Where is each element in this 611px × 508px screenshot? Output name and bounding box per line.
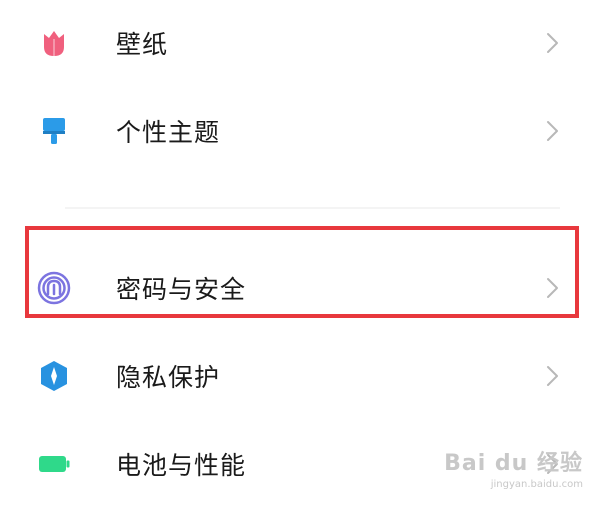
settings-item-label: 壁纸: [116, 30, 169, 59]
theme-brush-icon: [36, 113, 72, 149]
chevron-right-icon: [545, 364, 561, 388]
settings-item-label: 电池与性能: [116, 451, 247, 480]
chevron-right-icon: [545, 119, 561, 143]
watermark-logo-text: Bai du 经验: [444, 451, 583, 476]
privacy-shield-icon: [36, 358, 72, 394]
settings-item-privacy[interactable]: 隐私保护: [0, 333, 611, 419]
settings-item-label: 隐私保护: [116, 363, 221, 392]
chevron-right-icon: [545, 276, 561, 300]
watermark: Bai du 经验 jingyan.baidu.com: [444, 445, 583, 490]
settings-item-label: 个性主题: [116, 118, 221, 147]
wallpaper-icon: [36, 25, 72, 61]
settings-item-themes[interactable]: 个性主题: [0, 88, 611, 174]
battery-icon: [36, 446, 72, 482]
chevron-right-icon: [545, 31, 561, 55]
settings-item-password-security[interactable]: 密码与安全: [0, 245, 611, 331]
section-divider: [65, 207, 560, 209]
fingerprint-icon: [36, 270, 72, 306]
settings-item-wallpaper[interactable]: 壁纸: [0, 0, 611, 86]
watermark-url: jingyan.baidu.com: [490, 479, 583, 490]
settings-list: 壁纸 个性主题 密码与安全 隐私保护 电池与性能: [0, 0, 611, 508]
settings-item-label: 密码与安全: [116, 275, 247, 304]
